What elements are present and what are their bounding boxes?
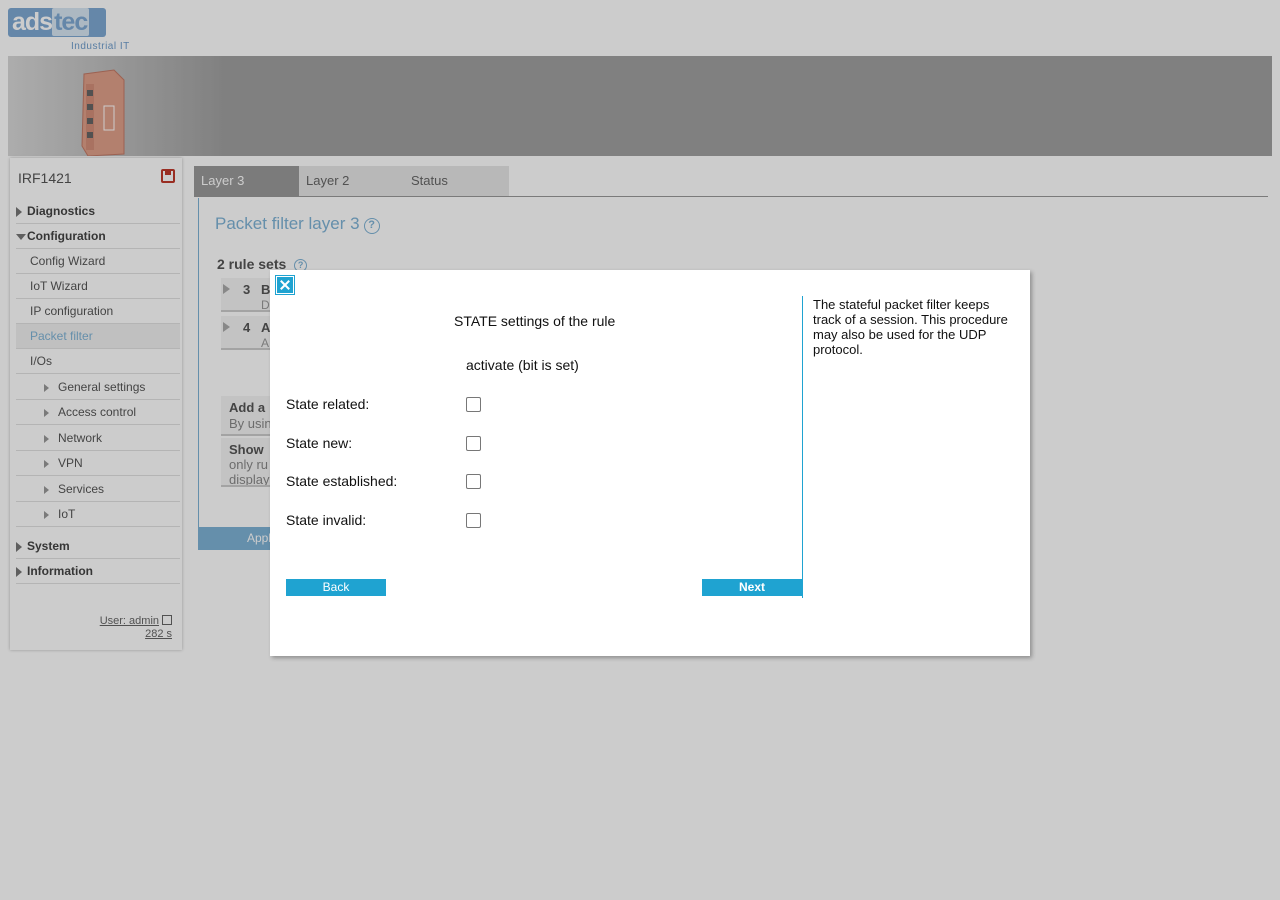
close-icon[interactable] [275,275,295,295]
state-invalid-label: State invalid: [286,512,367,528]
state-related-label: State related: [286,396,370,412]
column-header: activate (bit is set) [466,357,579,373]
state-related-checkbox[interactable] [466,397,481,412]
dialog-title: STATE settings of the rule [454,313,616,329]
back-button[interactable]: Back [286,579,386,596]
state-new-checkbox[interactable] [466,436,481,451]
next-button[interactable]: Next [702,579,802,596]
state-settings-dialog: STATE settings of the rule activate (bit… [270,270,1030,656]
dialog-divider [802,296,803,598]
state-established-checkbox[interactable] [466,474,481,489]
help-text: The stateful packet filter keeps track o… [813,297,1008,357]
state-established-label: State established: [286,473,398,489]
state-new-label: State new: [286,435,353,451]
state-invalid-checkbox[interactable] [466,513,481,528]
